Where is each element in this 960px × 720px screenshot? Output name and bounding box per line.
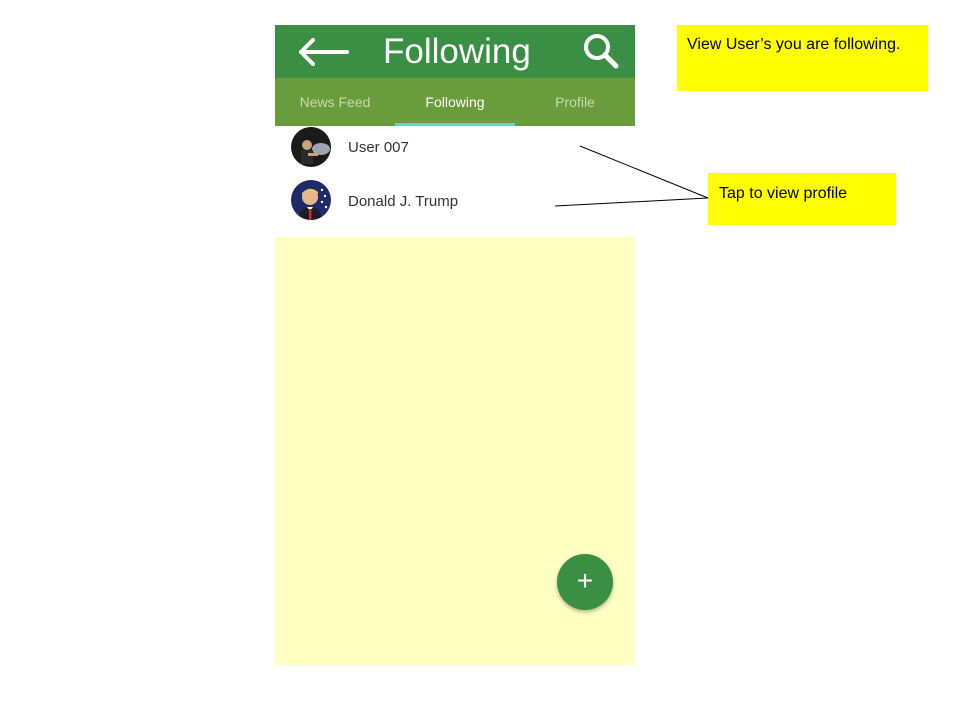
arrow-left-icon[interactable] — [295, 35, 351, 69]
following-list: User 007 Donald J. Trump — [275, 126, 635, 237]
annotation-note-tap: Tap to view profile — [708, 173, 896, 225]
app-bar: Following — [275, 25, 635, 78]
page-title: Following — [383, 32, 531, 71]
list-item-user-007[interactable]: User 007 — [275, 119, 635, 175]
annotation-note-top: View User’s you are following. — [677, 25, 928, 91]
user-007-avatar — [291, 127, 331, 167]
search-icon[interactable] — [581, 31, 621, 71]
add-button[interactable]: + — [557, 554, 613, 610]
list-item-donald-trump[interactable]: Donald J. Trump — [275, 175, 635, 231]
donald-trump-avatar — [291, 180, 331, 220]
list-item-name: Donald J. Trump — [348, 193, 459, 210]
list-item-name: User 007 — [348, 139, 409, 156]
phone-screen: Following News Feed Following Profile Us… — [275, 25, 635, 665]
